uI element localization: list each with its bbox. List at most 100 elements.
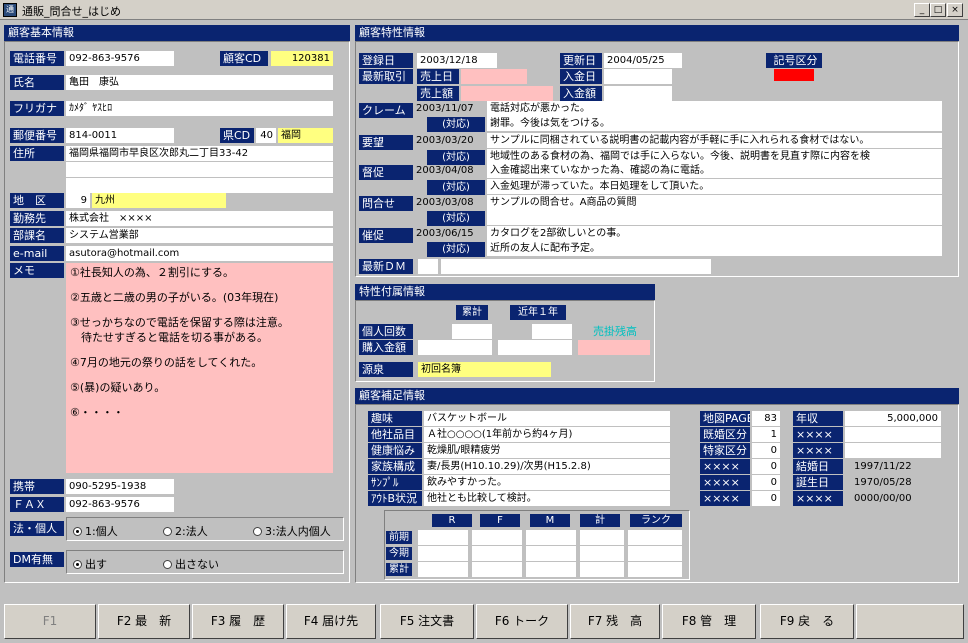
rfm-cell xyxy=(628,562,682,577)
dm-radio-yes[interactable]: 出す xyxy=(73,556,107,572)
kigo-label: 記号区分 xyxy=(766,53,822,68)
promo-resp[interactable]: 近所の友人に配布予定。 xyxy=(487,241,942,256)
attr-col-total: 累計 xyxy=(456,305,488,320)
mobile-field[interactable]: 090-5295-1938 xyxy=(66,479,174,494)
x-field-r2 xyxy=(845,443,941,458)
corp-radio-1[interactable]: 1:個人 xyxy=(73,523,118,539)
name-field[interactable]: 亀田 康弘 xyxy=(66,75,333,90)
latest-dm-label: 最新ＤＭ xyxy=(359,259,413,274)
rfm-cell xyxy=(580,562,624,577)
f4-button[interactable]: F4 届け先 xyxy=(286,604,376,639)
dm-radio-no[interactable]: 出さない xyxy=(163,556,219,572)
f9-button[interactable]: F9 戻 る xyxy=(760,604,854,639)
married-field: 1 xyxy=(752,427,780,442)
dun-text[interactable]: 入金確認出来ていなかった為、確認の為に電話。 xyxy=(487,163,942,178)
promo-text[interactable]: カタログを2部欲しいとの事。 xyxy=(487,226,942,241)
f3-button[interactable]: F3 履 歴 xyxy=(192,604,284,639)
x-field-r3: 0000/00/00 xyxy=(854,493,912,504)
memo-label: メモ xyxy=(10,263,64,278)
char-info-header: 顧客特性情報 xyxy=(355,25,959,41)
f2-button[interactable]: F2 最 新 xyxy=(98,604,190,639)
supp-info-header: 顧客補足情報 xyxy=(355,388,959,404)
custcd-field[interactable]: 120381 xyxy=(271,51,333,66)
f5-button[interactable]: F5 注文書 xyxy=(380,604,474,639)
addr2-field[interactable] xyxy=(66,162,333,177)
sample-label: ｻﾝﾌﾟﾙ xyxy=(368,475,422,490)
request-text[interactable]: サンプルに同梱されている説明書の記載内容が手軽に手に入れられる食材ではない。 xyxy=(487,133,942,148)
sample-field[interactable]: 飲みやすかった。 xyxy=(424,475,670,490)
special-field: 0 xyxy=(752,443,780,458)
sale-date-label: 売上日 xyxy=(417,69,459,84)
rfm-col-f: F xyxy=(480,514,520,527)
fax-label: ＦＡＸ xyxy=(10,497,64,512)
promo-label: 催促 xyxy=(359,228,413,243)
dun-label: 督促 xyxy=(359,165,413,180)
corp-label: 法・個人 xyxy=(10,521,64,536)
f7-button[interactable]: F7 残 高 xyxy=(570,604,660,639)
sale-date-field xyxy=(461,69,527,84)
email-label: e-mail xyxy=(10,246,64,261)
company-field[interactable]: 株式会社 ×××× xyxy=(66,211,333,226)
corp-radio-3[interactable]: 3:法人内個人 xyxy=(253,523,331,539)
f10-button[interactable] xyxy=(856,604,964,639)
rfm-cell xyxy=(628,546,682,561)
claim-resp[interactable]: 謝罪。今後は気をつける。 xyxy=(487,116,942,131)
x1-field: 0 xyxy=(752,459,780,474)
x-field-r1 xyxy=(845,427,941,442)
rfm-col-r: R xyxy=(432,514,472,527)
rfm-cell xyxy=(526,546,576,561)
promo-resp-label: (対応) xyxy=(427,242,485,257)
area-code-field[interactable]: 9 xyxy=(66,193,90,208)
rfm-cell xyxy=(526,562,576,577)
latest-dm-code xyxy=(418,259,438,274)
attr-amount-year xyxy=(498,340,572,355)
hobby-field[interactable]: バスケットボール xyxy=(424,411,670,426)
income-field: 5,000,000 xyxy=(845,411,941,426)
wedding-field: 1997/11/22 xyxy=(854,461,912,472)
addr3-field[interactable] xyxy=(66,178,333,193)
pay-date-label: 入金日 xyxy=(560,69,602,84)
x-label-r2: ×××× xyxy=(793,443,843,458)
rfm-cell xyxy=(418,562,468,577)
furigana-label: フリガナ xyxy=(10,101,64,116)
other-field[interactable]: Ａ社○○○○(1年前から約4ヶ月) xyxy=(424,427,670,442)
corp-radio-group: 1:個人 2:法人 3:法人内個人 xyxy=(66,517,344,541)
minimize-button[interactable]: _ xyxy=(914,3,930,17)
f8-button[interactable]: F8 管 理 xyxy=(662,604,756,639)
rfm-cell xyxy=(472,530,522,545)
pref-code-field[interactable]: 40 xyxy=(256,128,276,143)
close-button[interactable]: × xyxy=(947,3,963,17)
request-resp[interactable]: 地域性のある食材の為、福岡では手に入らない。今後、説明書を見直す際に内容を検 xyxy=(487,149,942,164)
kigo-color-box xyxy=(774,69,814,81)
area-label: 地 区 xyxy=(10,193,64,208)
addr1-field[interactable]: 福岡県福岡市早良区次郎丸二丁目33-42 xyxy=(66,146,333,161)
rfm-col-m: M xyxy=(530,514,570,527)
dun-date: 2003/04/08 xyxy=(416,165,474,176)
attr-count-year xyxy=(532,324,572,339)
email-field[interactable]: asutora@hotmail.com xyxy=(66,246,333,261)
corp-radio-2[interactable]: 2:法人 xyxy=(163,523,208,539)
outb-field[interactable]: 他社とも比較して検討。 xyxy=(424,491,670,506)
furigana-field[interactable]: ｶﾒﾀﾞ ﾔｽﾋﾛ xyxy=(66,101,333,116)
maximize-button[interactable]: □ xyxy=(930,3,946,17)
dun-resp[interactable]: 入金処理が滞っていた。本日処理をして頂いた。 xyxy=(487,179,942,194)
tel-field[interactable]: 092-863-9576 xyxy=(66,51,174,66)
dept-field[interactable]: システム営業部 xyxy=(66,228,333,243)
zip-field[interactable]: 814-0011 xyxy=(66,128,174,143)
promo-date: 2003/06/15 xyxy=(416,228,474,239)
rfm-cell xyxy=(526,530,576,545)
f1-button[interactable]: F1 xyxy=(4,604,96,639)
claim-text[interactable]: 電話対応が悪かった。 xyxy=(487,101,942,116)
health-field[interactable]: 乾燥肌/眼精疲労 xyxy=(424,443,670,458)
f6-button[interactable]: F6 トーク xyxy=(476,604,568,639)
window-title: 通販_問合せ_はじめ xyxy=(22,5,121,18)
family-field[interactable]: 妻/長男(H10.10.29)/次男(H15.2.8) xyxy=(424,459,670,474)
inquiry-resp[interactable] xyxy=(487,210,942,225)
attr-count-total xyxy=(452,324,492,339)
reg-label: 登録日 xyxy=(359,53,413,68)
married-label: 既婚区分 xyxy=(700,427,750,442)
inquiry-text[interactable]: サンプルの問合せ。A商品の質問 xyxy=(487,195,942,210)
x-label-r1: ×××× xyxy=(793,427,843,442)
fax-field[interactable]: 092-863-9576 xyxy=(66,497,174,512)
memo-textarea[interactable]: ①社長知人の為、２割引にする。 ②五歳と二歳の男の子がいる。(03年現在) ③せ… xyxy=(66,263,333,473)
